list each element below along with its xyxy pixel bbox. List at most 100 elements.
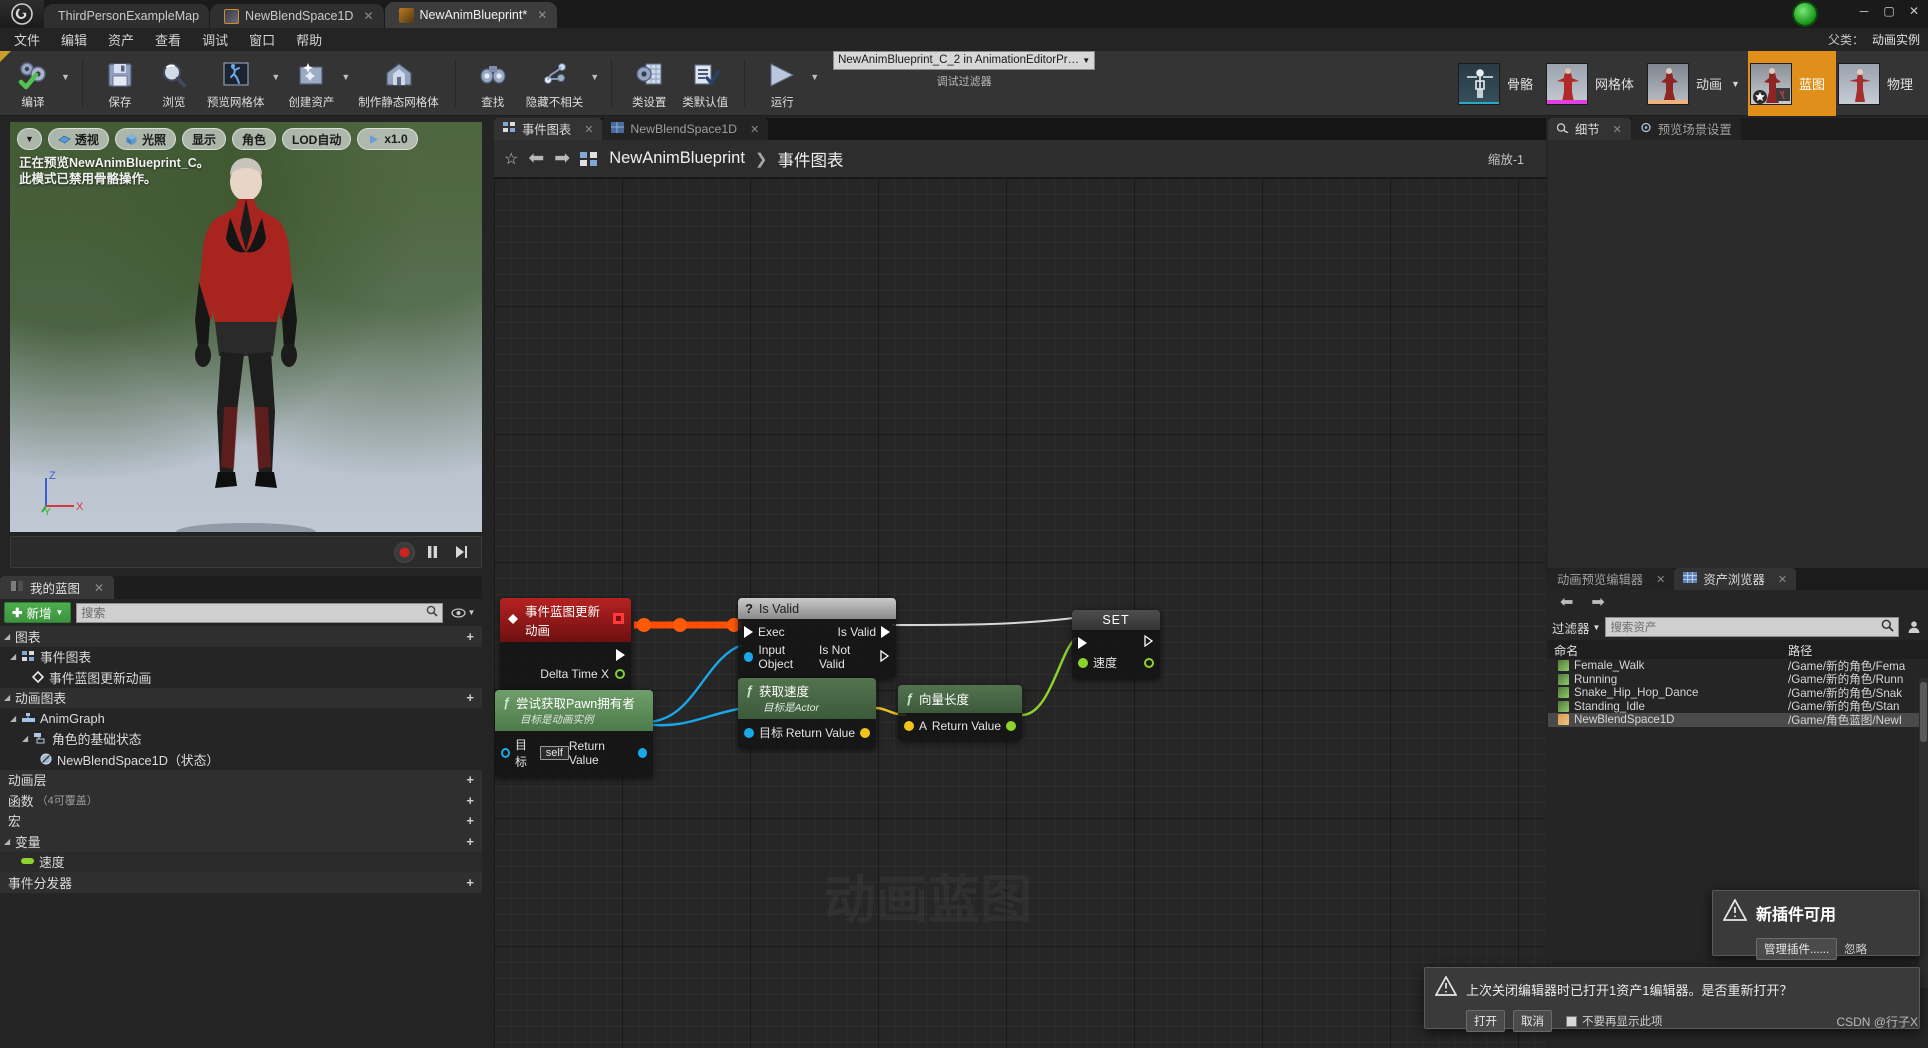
- node-pin-a[interactable]: A: [904, 719, 927, 733]
- menu-item-debug[interactable]: 调试: [202, 30, 242, 49]
- node-is-valid[interactable]: ? Is Valid Exec Is Valid Input Object Is…: [738, 598, 896, 678]
- tree-item-character-base-state[interactable]: ◢ 角色的基础状态: [0, 729, 482, 750]
- menu-item-assets[interactable]: 资产: [108, 30, 148, 49]
- node-pin-input-object[interactable]: Input Object: [744, 643, 819, 671]
- find-button[interactable]: 查找: [466, 52, 520, 114]
- node-pin-row-exec[interactable]: [1072, 633, 1160, 652]
- tree-category-graphs[interactable]: ◢ 图表 +: [0, 626, 482, 647]
- add-icon[interactable]: +: [466, 772, 474, 787]
- tree-item-event-blueprint-update-animation[interactable]: 事件蓝图更新动画: [0, 667, 482, 688]
- menu-item-edit[interactable]: 编辑: [61, 30, 101, 49]
- add-icon[interactable]: +: [466, 629, 474, 644]
- close-icon[interactable]: ✕: [750, 123, 759, 136]
- mode-button-skeleton[interactable]: 骨骼: [1456, 51, 1544, 116]
- forward-arrow-icon[interactable]: ➡: [554, 147, 570, 170]
- tree-category-functions[interactable]: 函数 （4可覆盖） +: [0, 790, 482, 811]
- tree-category-variables[interactable]: ◢ 变量 +: [0, 831, 482, 852]
- node-pin-speed-in[interactable]: 速度: [1078, 654, 1117, 671]
- menu-item-file[interactable]: 文件: [14, 30, 54, 49]
- add-icon[interactable]: +: [466, 875, 474, 890]
- tree-category-event-dispatchers[interactable]: 事件分发器 +: [0, 872, 482, 893]
- node-pin-row-speed[interactable]: 速度: [1072, 652, 1160, 673]
- close-button[interactable]: ✕: [1906, 4, 1922, 18]
- node-pin-row-target[interactable]: 目标 self Return Value: [495, 734, 653, 772]
- expand-arrow-icon[interactable]: ◢: [10, 652, 21, 661]
- node-pin-is-valid-out[interactable]: Is Valid: [838, 625, 890, 639]
- chevron-down-icon[interactable]: ▼: [1731, 79, 1740, 89]
- close-icon[interactable]: ✕: [584, 123, 593, 136]
- tree-item-variable-speed[interactable]: 速度: [0, 851, 482, 872]
- user-filter-icon[interactable]: [1904, 620, 1924, 634]
- make-static-mesh-button[interactable]: 制作静态网格体: [352, 52, 445, 114]
- expand-arrow-icon[interactable]: ◢: [10, 714, 21, 723]
- pause-button[interactable]: [422, 542, 443, 563]
- viewport-show-button[interactable]: 显示: [181, 128, 226, 150]
- mode-button-physics[interactable]: 物理: [1836, 51, 1924, 116]
- step-forward-button[interactable]: [450, 542, 471, 563]
- node-pin-target[interactable]: 目标 self: [501, 736, 569, 770]
- tree-category-anim-graphs[interactable]: ◢ 动画图表 +: [0, 687, 482, 708]
- viewport-perspective-button[interactable]: 透视: [47, 128, 109, 150]
- tab-details[interactable]: 细节 ✕: [1548, 118, 1631, 140]
- viewport-playrate-button[interactable]: x1.0: [357, 128, 418, 150]
- node-get-velocity[interactable]: ƒ 获取速度 目标是Actor 目标 Return Value: [738, 678, 876, 748]
- tree-category-macros[interactable]: 宏 +: [0, 810, 482, 831]
- chevron-down-icon[interactable]: ▼: [271, 72, 280, 82]
- close-icon[interactable]: ✕: [94, 581, 104, 595]
- class-defaults-button[interactable]: 类默认值: [676, 52, 734, 114]
- node-vector-length[interactable]: ƒ 向量长度 A Return Value: [898, 685, 1022, 740]
- add-icon[interactable]: +: [466, 793, 474, 808]
- node-pin-row-object[interactable]: Input Object Is Not Valid: [738, 641, 896, 673]
- tab-close-icon[interactable]: ✕: [537, 8, 547, 22]
- expand-arrow-icon[interactable]: ◢: [4, 632, 15, 641]
- window-tab-1[interactable]: NewBlendSpace1D ✕: [210, 4, 384, 28]
- expand-arrow-icon[interactable]: ◢: [4, 693, 15, 702]
- chevron-down-icon[interactable]: ▼: [61, 72, 70, 82]
- manage-plugins-button[interactable]: 管理插件......: [1756, 938, 1838, 960]
- table-row[interactable]: NewBlendSpace1D /Game/角色蓝图/NewI: [1548, 713, 1928, 727]
- node-pin-return-value[interactable]: Return Value: [932, 719, 1016, 733]
- node-pin-exec-out[interactable]: [1144, 634, 1154, 650]
- viewport-character-button[interactable]: 角色: [231, 128, 276, 150]
- menu-item-view[interactable]: 查看: [155, 30, 195, 49]
- add-icon[interactable]: +: [466, 813, 474, 828]
- viewport-options-button[interactable]: ▼: [17, 128, 42, 150]
- tab-preview-scene-settings[interactable]: 预览场景设置: [1630, 118, 1741, 140]
- menu-item-window[interactable]: 窗口: [249, 30, 289, 49]
- hide-unrelated-button[interactable]: 隐藏不相关: [520, 52, 590, 114]
- tab-close-icon[interactable]: ✕: [363, 9, 373, 23]
- forward-arrow-icon[interactable]: ➡: [1591, 592, 1604, 612]
- ignore-button[interactable]: 忽略: [1844, 941, 1867, 957]
- node-pin-delta-time-x[interactable]: Delta Time X: [500, 664, 631, 683]
- column-header-name[interactable]: 命名: [1548, 641, 1788, 659]
- node-pin-exec-in[interactable]: [1078, 636, 1087, 649]
- viewport-lod-button[interactable]: LOD自动: [281, 128, 352, 150]
- add-new-button[interactable]: ✚ 新增 ▼: [4, 602, 72, 623]
- menu-item-help[interactable]: 帮助: [296, 30, 336, 49]
- node-pin-row[interactable]: 目标 Return Value: [738, 722, 876, 743]
- expand-arrow-icon[interactable]: ◢: [22, 734, 33, 743]
- animation-scrubber[interactable]: [11, 537, 394, 567]
- cancel-button[interactable]: 取消: [1513, 1010, 1552, 1032]
- tree-item-animgraph[interactable]: ◢ AnimGraph: [0, 708, 482, 729]
- open-button[interactable]: 打开: [1466, 1010, 1505, 1032]
- back-arrow-icon[interactable]: ⬅: [528, 147, 544, 170]
- tab-asset-browser[interactable]: 资产浏览器 ✕: [1674, 568, 1797, 590]
- viewport-lighting-button[interactable]: 光照: [114, 128, 176, 150]
- preview-viewport[interactable]: ▼ 透视 光照 显示 角色 LOD自动 x1.0 正在预览NewAnimBlue…: [10, 122, 482, 532]
- visibility-filter-button[interactable]: ▼: [448, 607, 478, 618]
- target-self-value[interactable]: self: [539, 746, 569, 760]
- close-icon[interactable]: ✕: [1656, 573, 1665, 586]
- close-icon[interactable]: ✕: [1613, 123, 1622, 136]
- node-pin-speed-out[interactable]: [1144, 657, 1154, 668]
- tree-item-newblendspace1d-state[interactable]: NewBlendSpace1D（状态）: [0, 749, 482, 770]
- chevron-down-icon[interactable]: ▼: [810, 72, 819, 82]
- tab-my-blueprint[interactable]: 我的蓝图 ✕: [0, 576, 115, 599]
- column-header-path[interactable]: 路径: [1788, 641, 1928, 659]
- tree-category-anim-layers[interactable]: 动画层 +: [0, 769, 482, 790]
- create-asset-button[interactable]: 创建资产: [282, 52, 340, 114]
- record-button[interactable]: [394, 541, 415, 563]
- tab-anim-preview-editor[interactable]: 动画预览编辑器 ✕: [1548, 568, 1675, 590]
- class-settings-button[interactable]: 类设置: [622, 52, 676, 114]
- node-event-blueprint-update-animation[interactable]: 事件蓝图更新动画 Delta Time X: [500, 598, 631, 692]
